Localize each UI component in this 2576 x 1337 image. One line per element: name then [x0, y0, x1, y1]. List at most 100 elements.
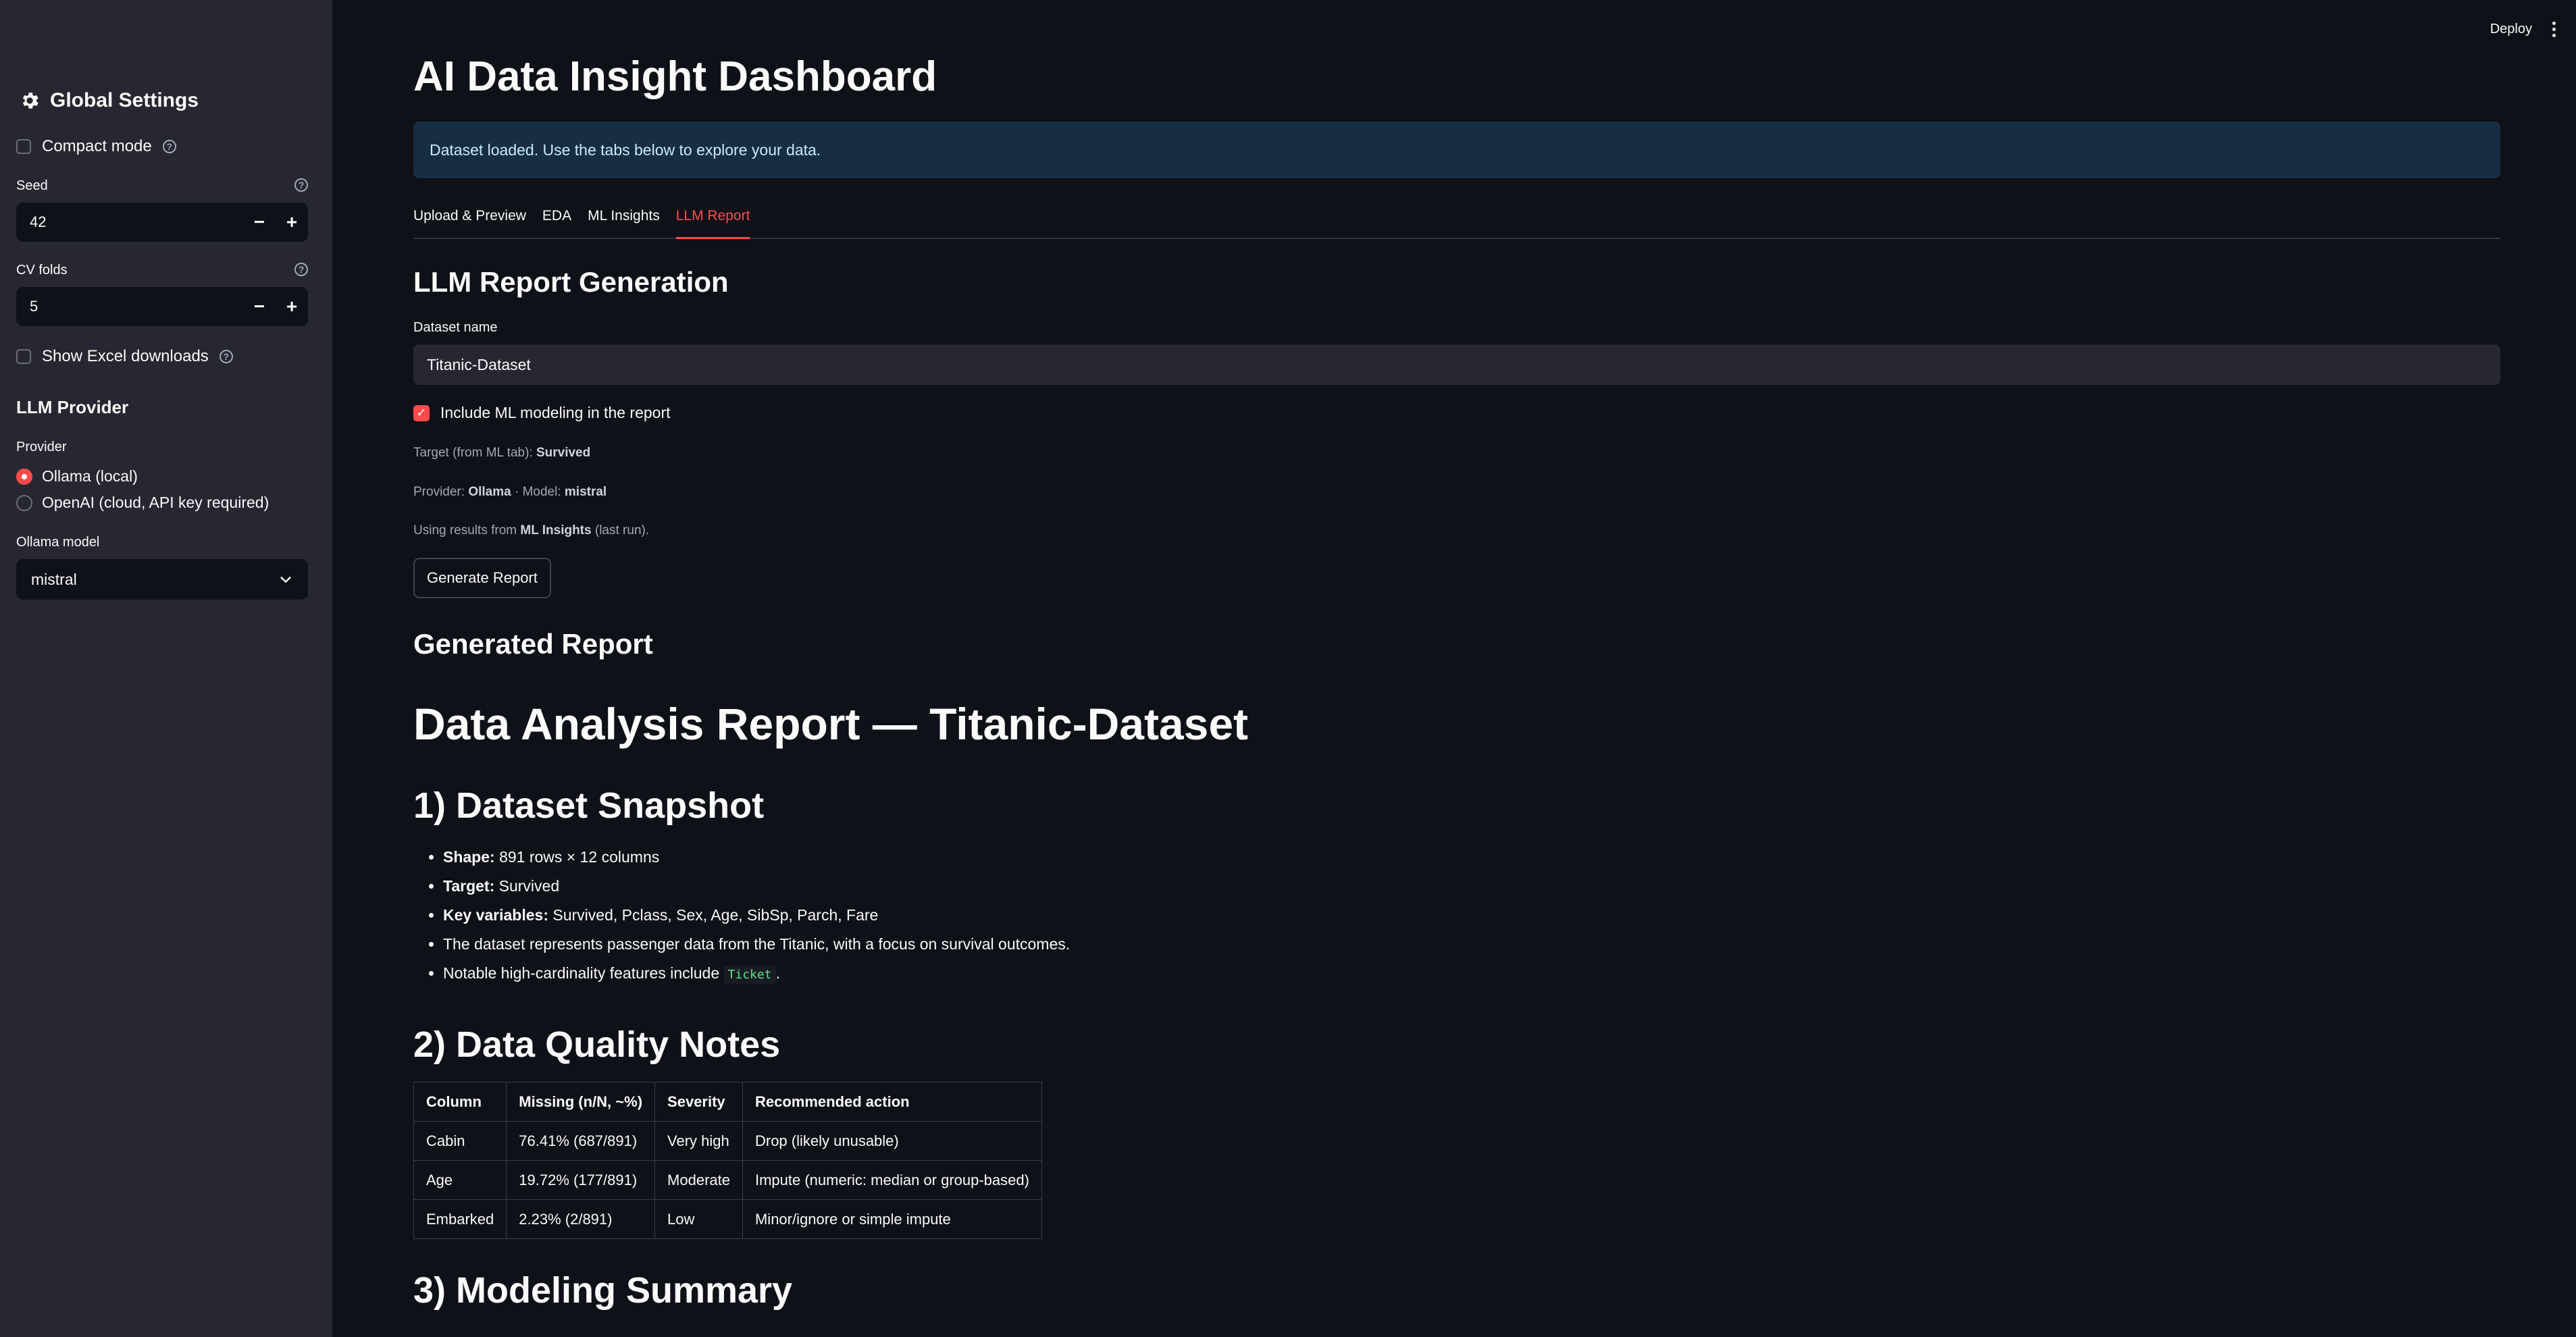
- list-text: .: [775, 964, 780, 982]
- info-alert: Dataset loaded. Use the tabs below to ex…: [413, 122, 2500, 178]
- list-text: Survived: [494, 877, 560, 895]
- help-icon[interactable]: ?: [294, 178, 308, 192]
- table-cell: Cabin: [413, 1121, 507, 1161]
- top-toolbar: Deploy: [2490, 22, 2556, 37]
- provider-label: Provider: [16, 440, 67, 454]
- llm-provider-heading: LLM Provider: [16, 397, 129, 417]
- table-header: Recommended action: [742, 1082, 1042, 1122]
- radio-unselected[interactable]: [16, 494, 32, 511]
- generated-report-heading: Generated Report: [413, 628, 653, 660]
- provider-caption: Provider: Ollama · Model: mistral: [413, 485, 607, 500]
- data-quality-table: Column Missing (n/N, ~%) Severity Recomm…: [413, 1082, 1042, 1239]
- provider-caption-prefix: Provider:: [413, 485, 469, 499]
- table-cell: Drop (likely unusable): [742, 1121, 1042, 1161]
- results-caption-suffix: (last run).: [591, 523, 650, 538]
- report-section-3-title: 3) Modeling Summary: [413, 1270, 793, 1311]
- table-cell: Embarked: [413, 1199, 507, 1239]
- sidebar-title: Global Settings: [19, 89, 199, 112]
- list-item: Shape: 891 rows × 12 columns: [443, 843, 1070, 872]
- cv-folds-decrement-button[interactable]: −: [243, 287, 276, 326]
- list-text: Survived, Pclass, Sex, Age, SibSp, Parch…: [548, 906, 879, 924]
- help-icon[interactable]: ?: [294, 263, 308, 276]
- snapshot-list: Shape: 891 rows × 12 columns Target: Sur…: [413, 843, 1070, 988]
- show-excel-checkbox[interactable]: Show Excel downloads ?: [16, 347, 233, 366]
- report-section-1-title: 1) Dataset Snapshot: [413, 785, 765, 826]
- table-header: Severity: [654, 1082, 743, 1122]
- table-cell: Moderate: [654, 1160, 743, 1200]
- chevron-down-icon: [280, 577, 291, 583]
- checkmark-icon[interactable]: ✓: [413, 404, 430, 421]
- target-caption: Target (from ML tab): Survived: [413, 446, 590, 461]
- seed-input[interactable]: 42 − +: [16, 203, 308, 242]
- table-cell: 76.41% (687/891): [506, 1121, 656, 1161]
- provider-option-openai[interactable]: OpenAI (cloud, API key required): [16, 494, 269, 512]
- section-title: LLM Report Generation: [413, 266, 729, 298]
- tab-upload-preview[interactable]: Upload & Preview: [413, 201, 526, 238]
- help-icon[interactable]: ?: [162, 140, 176, 153]
- model-value: mistral: [564, 485, 607, 499]
- results-source: ML Insights: [520, 523, 592, 538]
- table-cell: Age: [413, 1160, 507, 1200]
- show-excel-label: Show Excel downloads: [42, 347, 209, 365]
- list-item: The dataset represents passenger data fr…: [443, 930, 1070, 959]
- ollama-model-label: Ollama model: [16, 535, 100, 550]
- seed-increment-button[interactable]: +: [276, 203, 308, 242]
- compact-mode-checkbox[interactable]: Compact mode ?: [16, 137, 176, 156]
- more-menu-icon[interactable]: [2552, 22, 2556, 37]
- sidebar-title-text: Global Settings: [50, 89, 199, 111]
- dataset-name-label: Dataset name: [413, 320, 498, 335]
- report-title: Data Analysis Report — Titanic-Dataset: [413, 699, 1249, 749]
- tab-eda[interactable]: EDA: [542, 201, 571, 238]
- table-cell: 2.23% (2/891): [506, 1199, 656, 1239]
- sidebar: Global Settings Compact mode ? Seed ? 42…: [0, 0, 332, 1337]
- help-icon[interactable]: ?: [219, 350, 233, 363]
- table-cell: Very high: [654, 1121, 743, 1161]
- tab-bar: Upload & Preview EDA ML Insights LLM Rep…: [413, 201, 2500, 239]
- target-caption-prefix: Target (from ML tab):: [413, 446, 536, 460]
- inline-code: Ticket: [723, 966, 776, 984]
- seed-value[interactable]: 42: [16, 213, 243, 231]
- provider-value: Ollama: [468, 485, 511, 499]
- ollama-model-value: mistral: [31, 570, 77, 588]
- table-row: Embarked 2.23% (2/891) Low Minor/ignore …: [413, 1199, 1042, 1239]
- info-alert-text: Dataset loaded. Use the tabs below to ex…: [430, 140, 821, 159]
- list-text: Notable high-cardinality features includ…: [443, 964, 724, 982]
- bold-label: Target:: [443, 877, 495, 895]
- generate-report-button[interactable]: Generate Report: [413, 558, 551, 598]
- seed-label: Seed: [16, 178, 48, 193]
- tab-llm-report[interactable]: LLM Report: [675, 201, 750, 239]
- dataset-name-value[interactable]: Titanic-Dataset: [427, 356, 531, 374]
- provider-option-label: OpenAI (cloud, API key required): [42, 494, 269, 511]
- include-ml-checkbox[interactable]: ✓ Include ML modeling in the report: [413, 404, 671, 422]
- page-title: AI Data Insight Dashboard: [413, 53, 937, 100]
- deploy-button[interactable]: Deploy: [2490, 22, 2532, 37]
- list-item: Notable high-cardinality features includ…: [443, 959, 1070, 988]
- bold-label: Shape:: [443, 848, 495, 866]
- target-value: Survived: [536, 446, 591, 460]
- provider-option-label: Ollama (local): [42, 467, 138, 485]
- cv-folds-label: CV folds: [16, 263, 68, 278]
- checkbox-box[interactable]: [16, 349, 31, 364]
- seed-decrement-button[interactable]: −: [243, 203, 276, 242]
- cv-folds-increment-button[interactable]: +: [276, 287, 308, 326]
- provider-option-ollama[interactable]: Ollama (local): [16, 467, 138, 486]
- include-ml-label: Include ML modeling in the report: [440, 404, 671, 421]
- table-header-row: Column Missing (n/N, ~%) Severity Recomm…: [413, 1082, 1042, 1122]
- radio-selected[interactable]: [16, 468, 32, 485]
- list-item: Key variables: Survived, Pclass, Sex, Ag…: [443, 901, 1070, 930]
- tab-ml-insights[interactable]: ML Insights: [588, 201, 660, 238]
- ollama-model-select[interactable]: mistral: [16, 559, 308, 600]
- compact-mode-label: Compact mode: [42, 137, 152, 155]
- dataset-name-input[interactable]: Titanic-Dataset: [413, 344, 2500, 385]
- results-caption: Using results from ML Insights (last run…: [413, 523, 649, 538]
- list-text: The dataset represents passenger data fr…: [443, 935, 1071, 953]
- cv-folds-value[interactable]: 5: [16, 298, 243, 315]
- table-cell: Low: [654, 1199, 743, 1239]
- checkbox-box[interactable]: [16, 139, 31, 154]
- table-cell: 19.72% (177/891): [506, 1160, 656, 1200]
- gear-icon: [22, 93, 38, 109]
- model-caption-prefix: · Model:: [511, 485, 565, 499]
- cv-folds-input[interactable]: 5 − +: [16, 287, 308, 326]
- table-cell: Impute (numeric: median or group-based): [742, 1160, 1042, 1200]
- table-cell: Minor/ignore or simple impute: [742, 1199, 1042, 1239]
